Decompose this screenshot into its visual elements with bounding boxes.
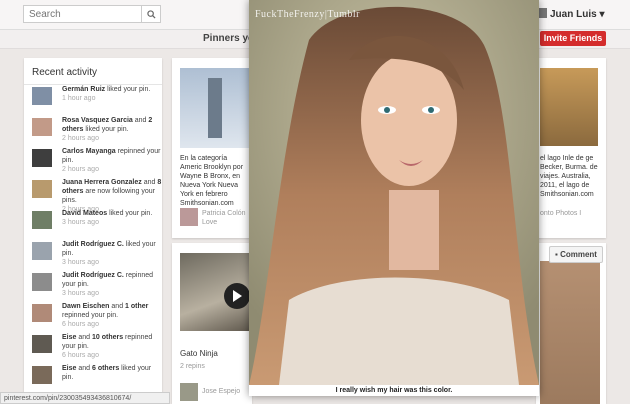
pin-image[interactable] [540,261,600,404]
activity-text: Carlos Mayanga repinned your pin. [62,148,161,164]
search-icon [146,9,156,19]
play-icon[interactable] [224,283,250,309]
activity-time: 3 hours ago [62,259,99,266]
board-name[interactable]: Love [202,219,217,226]
activity-thumbnail[interactable] [32,335,52,353]
activity-item[interactable]: Juana Herrera Gonzalez and 8 others are … [32,178,162,213]
search-button[interactable] [141,6,160,22]
pin-photo[interactable]: FuckTheFrenzy|Tumblr [249,0,539,385]
pin-card[interactable] [536,243,606,404]
activity-item[interactable]: Carlos Mayanga repinned your pin. 2 hours… [32,147,162,178]
repin-count: 2 repins [180,363,205,370]
pin-title: Gato Ninja [180,349,218,358]
activity-time: 1 hour ago [62,95,96,102]
activity-text: Judit Rodríguez C. repinned your pin. [62,272,154,288]
avatar [538,8,547,18]
activity-text: Eise and 6 others liked your pin. [62,365,152,381]
activity-text: David Mateos liked your pin. [62,210,153,217]
activity-time: 3 hours ago [62,290,99,297]
pinner-name[interactable]: Patricia Colón [202,210,246,217]
pin-description: el lago Inle de ge Becker, Burma. de via… [540,155,598,198]
watermark-text: FuckTheFrenzy|Tumblr [255,9,360,20]
activity-list: Germán Ruiz liked your pin. 1 hour ago Ros… [24,85,162,395]
activity-time: 6 hours ago [62,321,99,328]
pinner-name[interactable]: Jose Espejo [202,388,240,395]
activity-item[interactable]: Judit Rodríguez C. repinned your pin. 3 h… [32,271,162,302]
pin-zoom-overlay[interactable]: FuckTheFrenzy|Tumblr I really wish my ha… [249,0,539,396]
activity-time: 6 hours ago [62,352,99,359]
activity-item[interactable]: Eise and 10 others repinned your pin. 6 h… [32,333,162,364]
user-menu[interactable]: Juan Luis ▾ [538,8,604,20]
activity-time: 3 hours ago [62,219,99,226]
photo-caption: I really wish my hair was this color. [335,387,453,394]
activity-item[interactable]: Dawn Eischen and 1 other repinned your p… [32,302,162,333]
activity-thumbnail[interactable] [32,366,52,384]
activity-text: Judit Rodríguez C. liked your pin. [62,241,156,257]
invite-friends-button[interactable]: Invite Friends [540,31,606,46]
activity-item[interactable]: Judit Rodríguez C. liked your pin. 3 hour… [32,240,162,271]
user-name: Juan Luis ▾ [550,9,605,20]
activity-text: Eise and 10 others repinned your pin. [62,334,153,350]
activity-item[interactable]: Rosa Vasquez Garcia and 2 others liked y… [32,116,162,147]
comment-button[interactable]: ▪ Comment [549,246,603,263]
activity-thumbnail[interactable] [32,149,52,167]
recent-activity-panel: Recent activity Germán Ruiz liked your p… [24,58,162,404]
comment-label: Comment [560,250,597,259]
avatar[interactable] [180,383,198,401]
activity-thumbnail[interactable] [32,242,52,260]
activity-thumbnail[interactable] [32,304,52,322]
portrait-image [249,0,539,385]
pin-image[interactable] [540,68,598,146]
pin-description: En la categoría Americ Brooklyn por Wayn… [180,155,244,207]
pin-card[interactable]: En la categoría Americ Brooklyn por Wayn… [172,58,252,238]
activity-time: 2 hours ago [62,166,99,173]
pin-card[interactable]: Gato Ninja 2 repins Jose Espejo [172,243,252,404]
pin-image[interactable] [180,68,252,148]
avatar[interactable] [180,208,198,226]
search-input[interactable] [24,6,144,23]
activity-item[interactable]: David Mateos liked your pin. 3 hours ago [32,209,162,240]
search-box[interactable] [23,5,161,23]
activity-thumbnail[interactable] [32,273,52,291]
board-name[interactable]: onto Photos I [540,210,581,217]
activity-item[interactable]: Eise and 6 others liked your pin. [32,364,162,395]
activity-item[interactable]: Germán Ruiz liked your pin. 1 hour ago [32,85,162,116]
recent-activity-title: Recent activity [24,58,162,85]
activity-thumbnail[interactable] [32,118,52,136]
status-bar-url: pinterest.com/pin/230035493436810674/ [0,392,170,404]
activity-text: Juana Herrera Gonzalez and 8 others are … [62,179,162,204]
activity-thumbnail[interactable] [32,87,52,105]
activity-thumbnail[interactable] [32,180,52,198]
activity-text: Germán Ruiz liked your pin. [62,86,151,93]
activity-thumbnail[interactable] [32,211,52,229]
activity-text: Rosa Vasquez Garcia and 2 others liked y… [62,117,153,133]
activity-time: 2 hours ago [62,135,99,142]
pin-card[interactable]: el lago Inle de ge Becker, Burma. de via… [536,58,606,238]
pin-image[interactable] [180,253,252,331]
activity-text: Dawn Eischen and 1 other repinned your p… [62,303,149,319]
